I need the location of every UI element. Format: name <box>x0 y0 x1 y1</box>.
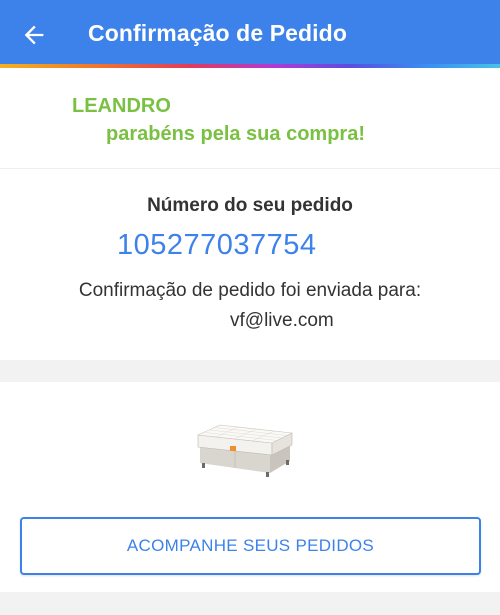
congratulations-message: parabéns pela sua compra! <box>106 123 365 145</box>
confirmation-email: vf@live.com <box>230 310 334 331</box>
arrow-left-icon[interactable] <box>20 21 48 49</box>
product-section: ACOMPANHE SEUS PEDIDOS <box>0 382 500 592</box>
track-orders-button[interactable]: ACOMPANHE SEUS PEDIDOS <box>20 517 481 575</box>
app-bar: Confirmação de Pedido <box>0 0 500 66</box>
order-number: 105277037754 <box>117 229 317 261</box>
page-title: Confirmação de Pedido <box>88 20 347 46</box>
order-number-label: Número do seu pedido <box>147 195 353 216</box>
section-separator <box>0 360 500 382</box>
order-confirmation-screen: Confirmação de Pedido LEANDRO parabéns p… <box>0 0 500 615</box>
box-spring-bed-image <box>196 424 294 477</box>
order-info-section: Número do seu pedido 105277037754 Confir… <box>0 169 500 360</box>
greeting-section: LEANDRO parabéns pela sua compra! <box>0 68 500 168</box>
bottom-separator <box>0 592 500 615</box>
customer-name: LEANDRO <box>72 95 171 117</box>
confirmation-sent-text: Confirmação de pedido foi enviada para: <box>78 280 422 301</box>
